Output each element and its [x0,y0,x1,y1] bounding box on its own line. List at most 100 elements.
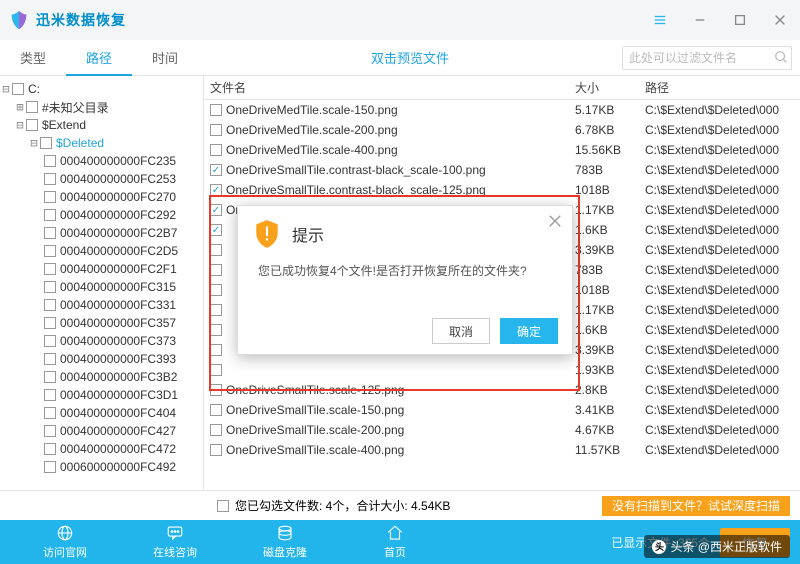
file-row[interactable]: OneDriveMedTile.scale-200.png6.78KBC:\$E… [204,120,800,140]
checkbox[interactable] [40,137,52,149]
checkbox[interactable] [12,83,24,95]
deep-scan-button[interactable]: 没有扫描到文件？试试深度扫描 [602,496,790,516]
file-row[interactable]: OneDriveMedTile.scale-400.png15.56KBC:\$… [204,140,800,160]
file-name: OneDriveSmallTile.contrast-black_scale-1… [226,183,486,197]
tree-deleted[interactable]: ⊟$Deleted [0,134,203,152]
disk-clone-button[interactable]: 磁盘克隆 [230,520,340,564]
file-checkbox[interactable] [210,204,222,216]
expand-icon[interactable]: ⊟ [0,82,12,96]
file-path: C:\$Extend\$Deleted\000 [645,223,800,237]
checkbox[interactable] [44,209,56,221]
column-size[interactable]: 大小 [575,79,645,96]
checkbox[interactable] [44,425,56,437]
tree-extend[interactable]: ⊟$Extend [0,116,203,134]
tree-folder[interactable]: 000400000000FC393 [0,350,203,368]
file-checkbox[interactable] [210,364,222,376]
tab-type[interactable]: 类型 [0,40,66,75]
file-checkbox[interactable] [210,164,222,176]
tree-unknown-parent[interactable]: ⊞#未知父目录 [0,98,203,116]
file-checkbox[interactable] [210,384,222,396]
checkbox[interactable] [26,119,38,131]
file-row[interactable]: OneDriveSmallTile.contrast-black_scale-1… [204,180,800,200]
checkbox[interactable] [44,263,56,275]
menu-button[interactable] [640,0,680,40]
chat-button[interactable]: 在线咨询 [120,520,230,564]
checkbox[interactable] [26,101,38,113]
dialog-ok-button[interactable]: 确定 [500,318,558,344]
file-checkbox[interactable] [210,144,222,156]
tree-root[interactable]: ⊟C: [0,80,203,98]
file-checkbox[interactable] [210,104,222,116]
file-row[interactable]: OneDriveSmallTile.contrast-black_scale-1… [204,160,800,180]
file-row[interactable]: 1.93KBC:\$Extend\$Deleted\000 [204,360,800,380]
tab-time[interactable]: 时间 [132,40,198,75]
tree-folder[interactable]: 000400000000FC2B7 [0,224,203,242]
tree-folder[interactable]: 000400000000FC315 [0,278,203,296]
tree-folder[interactable]: 000400000000FC292 [0,206,203,224]
select-all-checkbox[interactable] [217,500,229,512]
checkbox[interactable] [44,371,56,383]
file-checkbox[interactable] [210,264,222,276]
dialog-close-button[interactable] [548,214,562,231]
tree-folder[interactable]: 000400000000FC2D5 [0,242,203,260]
search-icon[interactable] [774,50,788,67]
dialog-cancel-button[interactable]: 取消 [432,318,490,344]
file-checkbox[interactable] [210,244,222,256]
checkbox[interactable] [44,227,56,239]
file-checkbox[interactable] [210,344,222,356]
tree-folder[interactable]: 000400000000FC427 [0,422,203,440]
file-checkbox[interactable] [210,124,222,136]
search-input[interactable] [622,46,792,70]
file-checkbox[interactable] [210,424,222,436]
tree-folder[interactable]: 000400000000FC253 [0,170,203,188]
tree-folder[interactable]: 000400000000FC373 [0,332,203,350]
checkbox[interactable] [44,173,56,185]
expand-icon[interactable]: ⊟ [28,136,40,150]
checkbox[interactable] [44,443,56,455]
file-checkbox[interactable] [210,284,222,296]
file-row[interactable]: OneDriveSmallTile.scale-125.png2.8KBC:\$… [204,380,800,400]
file-checkbox[interactable] [210,184,222,196]
file-name: OneDriveMedTile.scale-150.png [226,103,398,117]
file-checkbox[interactable] [210,304,222,316]
checkbox[interactable] [44,191,56,203]
checkbox[interactable] [44,299,56,311]
visit-website-button[interactable]: 访问官网 [10,520,120,564]
checkbox[interactable] [44,461,56,473]
column-path[interactable]: 路径 [645,79,800,96]
file-row[interactable]: OneDriveSmallTile.scale-400.png11.57KBC:… [204,440,800,460]
file-row[interactable]: OneDriveMedTile.scale-150.png5.17KBC:\$E… [204,100,800,120]
checkbox[interactable] [44,281,56,293]
tree-folder[interactable]: 000400000000FC472 [0,440,203,458]
file-checkbox[interactable] [210,404,222,416]
file-row[interactable]: OneDriveSmallTile.scale-200.png4.67KBC:\… [204,420,800,440]
close-button[interactable] [760,0,800,40]
checkbox[interactable] [44,245,56,257]
checkbox[interactable] [44,335,56,347]
home-button[interactable]: 首页 [340,520,450,564]
tree-folder[interactable]: 000400000000FC3B2 [0,368,203,386]
tree-folder[interactable]: 000400000000FC3D1 [0,386,203,404]
file-checkbox[interactable] [210,224,222,236]
tab-path[interactable]: 路径 [66,40,132,75]
minimize-button[interactable] [680,0,720,40]
tree-folder[interactable]: 000400000000FC357 [0,314,203,332]
expand-icon[interactable]: ⊟ [14,118,26,132]
file-row[interactable]: OneDriveSmallTile.scale-150.png3.41KBC:\… [204,400,800,420]
expand-icon[interactable]: ⊞ [14,100,26,114]
tree-folder[interactable]: 000400000000FC235 [0,152,203,170]
checkbox[interactable] [44,155,56,167]
checkbox[interactable] [44,389,56,401]
checkbox[interactable] [44,407,56,419]
file-checkbox[interactable] [210,324,222,336]
column-name[interactable]: 文件名 [204,79,575,96]
maximize-button[interactable] [720,0,760,40]
tree-folder[interactable]: 000400000000FC2F1 [0,260,203,278]
checkbox[interactable] [44,317,56,329]
tree-folder[interactable]: 000400000000FC270 [0,188,203,206]
file-checkbox[interactable] [210,444,222,456]
checkbox[interactable] [44,353,56,365]
tree-folder[interactable]: 000600000000FC492 [0,458,203,476]
tree-folder[interactable]: 000400000000FC331 [0,296,203,314]
tree-folder[interactable]: 000400000000FC404 [0,404,203,422]
